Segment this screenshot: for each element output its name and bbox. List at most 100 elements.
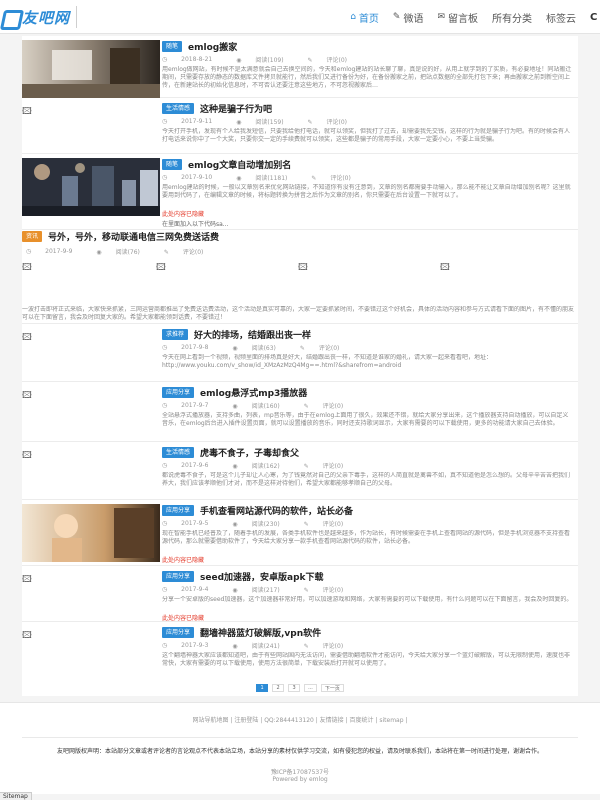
post-title-link[interactable]: emlog悬浮式mp3播放器 — [200, 386, 307, 399]
post-item: 随笔 emlog文章自动增加别名 ◷ 2017-9-10 ◉ 阅读(1181) ✎… — [22, 154, 578, 230]
page-3[interactable]: 3 — [288, 684, 301, 692]
category-badge[interactable]: 应用分享 — [162, 504, 195, 516]
nav-guestbook[interactable]: ✉ 留言板 — [437, 10, 478, 25]
comment-icon: ✎ — [311, 175, 317, 182]
post-comments[interactable]: 评论(0) — [183, 249, 204, 256]
post-title-link[interactable]: 手机查看网站源代码的软件，站长必备 — [200, 504, 353, 517]
post-item: 应用分享 手机查看网站源代码的软件，站长必备 ◷ 2017-9-5 ◉ 阅读(23… — [22, 500, 578, 566]
comment-icon: ✎ — [163, 249, 169, 256]
eye-icon: ◉ — [236, 175, 242, 182]
post-meta: ◷ 2017-9-3 ◉ 阅读(241) ✎ 评论(0) — [162, 641, 574, 650]
post-views: 阅读(217) — [251, 587, 280, 594]
category-badge[interactable]: 应用分享 — [162, 570, 195, 582]
post-title-link[interactable]: seed加速器，安卓版apk下载 — [200, 570, 324, 583]
post-item: 🖾 应用分享 翻墙神器蓝灯破解版,vpn软件 ◷ 2017-9-3 ◉ 阅读(24… — [22, 622, 578, 684]
hidden-content-link[interactable]: 此处内容已隐藏 — [162, 613, 574, 622]
category-badge[interactable]: 生活情感 — [162, 446, 195, 458]
broken-image-icon[interactable]: 🖾 — [22, 448, 34, 461]
nav-home[interactable]: ⌂ 首页 — [350, 10, 379, 25]
browser-status-bar: Sitemap — [0, 792, 32, 800]
post-date: 2017-9-8 — [181, 344, 209, 351]
post-item: 🖾 生活情感 这种是骗子行为吧 ◷ 2017-9-11 ◉ 阅读(159) ✎ 评… — [22, 98, 578, 154]
post-date: 2017-9-5 — [181, 520, 209, 527]
powered-by[interactable]: Powered by emlog — [0, 776, 600, 783]
post-body: 随笔 emlog文章自动增加别名 ◷ 2017-9-10 ◉ 阅读(1181) ✎… — [162, 158, 574, 228]
post-item: 🖾 应用分享 seed加速器，安卓版apk下载 ◷ 2017-9-4 ◉ 阅读(2… — [22, 566, 578, 622]
clock-icon: ◷ — [162, 642, 168, 649]
post-comments[interactable]: 评论(0) — [330, 175, 351, 182]
broken-image-icon[interactable]: 🖾 — [22, 104, 34, 117]
post-excerpt: 用emlog做网站，有时候不是太满意就会自己去换空间的，今天和emlog建站的站… — [162, 66, 572, 89]
post-comments[interactable]: 评论(0) — [323, 521, 344, 528]
post-body: 生活情感 这种是骗子行为吧 ◷ 2017-9-11 ◉ 阅读(159) ✎ 评论(… — [162, 102, 574, 152]
post-comments[interactable]: 评论(0) — [323, 403, 344, 410]
post-comments[interactable]: 评论(0) — [323, 587, 344, 594]
post-extra-text: 在里面加入以下代码sa... — [162, 221, 229, 228]
broken-image-icon[interactable]: 🖾 — [22, 628, 34, 641]
comment-icon: ✎ — [307, 57, 313, 64]
comment-icon: ✎ — [303, 521, 309, 528]
nav-tag-cloud[interactable]: 标签云 — [546, 10, 576, 25]
eye-icon: ◉ — [232, 463, 238, 470]
broken-image-icon[interactable]: 🖾 — [298, 260, 310, 273]
comment-icon: ✎ — [307, 119, 313, 126]
post-title-link[interactable]: 号外，号外，移动联通电信三网免费送话费 — [48, 230, 219, 243]
category-badge[interactable]: 随笔 — [162, 40, 183, 52]
category-badge[interactable]: 资讯 — [22, 230, 43, 242]
broken-image-icon[interactable]: 🖾 — [22, 388, 34, 401]
broken-image-icon[interactable]: 🖾 — [22, 572, 34, 585]
post-title-link[interactable]: 好大的排场，结婚跟出丧一样 — [194, 328, 311, 341]
post-title-link[interactable]: emlog搬家 — [188, 40, 237, 53]
post-date: 2017-9-4 — [181, 586, 209, 593]
pencil-icon: ✎ — [392, 12, 401, 22]
nav-weiyu[interactable]: ✎ 微语 — [393, 10, 424, 25]
category-badge[interactable]: 应用分享 — [162, 386, 195, 398]
post-meta: ◷ 2017-9-11 ◉ 阅读(159) ✎ 评论(0) — [162, 117, 574, 126]
category-badge[interactable]: 生活情感 — [162, 102, 195, 114]
site-logo[interactable]: 友吧网 — [0, 6, 78, 28]
post-comments[interactable]: 评论(0) — [323, 643, 344, 650]
category-badge[interactable]: 求推荐 — [162, 328, 189, 340]
post-views: 阅读(109) — [255, 57, 284, 64]
footer-links[interactable]: 网站导航地图 | 注册登陆 | QQ:2844413120 | 友情链接 | 百… — [0, 715, 600, 724]
post-excerpt: 今天打开手机，发现有个人给我发短信，只要我给他打电话，就可以领奖，但我打了过去，… — [162, 128, 571, 143]
hidden-content-link[interactable]: 此处内容已隐藏 — [162, 209, 574, 218]
post-comments[interactable]: 评论(0) — [327, 119, 348, 126]
comment-icon: ✎ — [303, 463, 309, 470]
post-thumbnail[interactable] — [22, 40, 160, 98]
post-comments[interactable]: 评论(0) — [319, 345, 340, 352]
post-excerpt: 这个翻墙神器大家应该都知道吧，由于有些网站国内无法访问，需要借助翻墙软件才能访问… — [162, 652, 571, 667]
post-comments[interactable]: 评论(0) — [327, 57, 348, 64]
post-title-link[interactable]: 虎毒不食子，子毒却食父 — [200, 446, 299, 459]
post-thumbnail[interactable] — [22, 504, 160, 562]
post-title-link[interactable]: emlog文章自动增加别名 — [188, 158, 291, 171]
post-excerpt: 现在智能手机已经普及了，随着手机的发展，各类手机软件也是越来越多，作为站长，有时… — [162, 530, 571, 545]
broken-image-icon[interactable]: 🖾 — [156, 260, 168, 273]
nav-categories[interactable]: 所有分类 — [492, 10, 532, 25]
post-body: 应用分享 翻墙神器蓝灯破解版,vpn软件 ◷ 2017-9-3 ◉ 阅读(241)… — [162, 626, 574, 676]
top-navbar: 友吧网 ⌂ 首页 ✎ 微语 ✉ 留言板 所有分类 标签云 C — [0, 0, 600, 34]
post-thumbnail[interactable] — [22, 158, 160, 216]
icp-number[interactable]: 豫ICP备17087537号 — [0, 767, 600, 776]
category-badge[interactable]: 随笔 — [162, 158, 183, 170]
post-comments[interactable]: 评论(0) — [323, 463, 344, 470]
broken-image-icon[interactable]: 🖾 — [22, 260, 34, 273]
clock-icon: ◷ — [162, 56, 168, 63]
category-badge[interactable]: 应用分享 — [162, 626, 195, 638]
page-2[interactable]: 2 — [272, 684, 285, 692]
nav-more[interactable]: C — [590, 12, 600, 23]
post-meta: ◷ 2017-9-6 ◉ 阅读(162) ✎ 评论(0) — [162, 461, 574, 470]
page-1[interactable]: 1 — [256, 684, 269, 692]
post-title-link[interactable]: 翻墙神器蓝灯破解版,vpn软件 — [200, 626, 321, 639]
post-title-link[interactable]: 这种是骗子行为吧 — [200, 102, 272, 115]
next-page-button[interactable]: 下一页 — [320, 684, 344, 692]
broken-image-icon[interactable]: 🖾 — [440, 260, 452, 273]
eye-icon: ◉ — [232, 403, 238, 410]
broken-image-icon[interactable]: 🖾 — [22, 330, 34, 343]
hidden-content-link[interactable]: 此处内容已隐藏 — [162, 555, 574, 564]
clock-icon: ◷ — [26, 248, 32, 255]
post-content: 一波打击即将正式来临，大家快来抓紧，三网运营商都推出了免费送话费活动，这个活动是… — [22, 306, 575, 321]
post-item: 🖾 应用分享 emlog悬浮式mp3播放器 ◷ 2017-9-7 ◉ 阅读(160… — [22, 382, 578, 442]
clock-icon: ◷ — [162, 402, 168, 409]
post-item: 🖾 生活情感 虎毒不食子，子毒却食父 ◷ 2017-9-6 ◉ 阅读(162) ✎… — [22, 442, 578, 500]
